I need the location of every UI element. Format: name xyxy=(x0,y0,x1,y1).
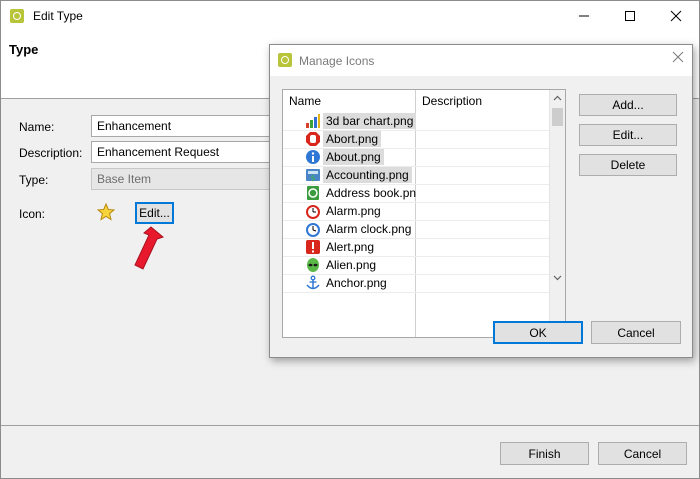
alarm-icon xyxy=(305,203,321,219)
dialog-logo-icon xyxy=(278,53,292,67)
icons-table[interactable]: Name Description 3d bar chart.png Abort.… xyxy=(282,89,566,338)
anchor-icon xyxy=(305,275,321,291)
scroll-down-icon[interactable] xyxy=(550,270,565,286)
maximize-button[interactable] xyxy=(607,1,653,31)
alarm-clock-icon xyxy=(305,221,321,237)
footer-separator xyxy=(1,425,699,426)
star-icon xyxy=(97,203,115,221)
title-bar: Edit Type xyxy=(1,1,699,31)
abort-icon xyxy=(305,131,321,147)
row-divider xyxy=(283,148,550,149)
table-row[interactable]: About.png xyxy=(283,148,550,166)
annotation-arrow-icon xyxy=(127,225,167,275)
table-row[interactable]: $ Accounting.png xyxy=(283,166,550,184)
table-row[interactable]: 3d bar chart.png xyxy=(283,112,550,130)
row-name: Alarm.png xyxy=(326,204,381,218)
cancel-button[interactable]: Cancel xyxy=(598,442,687,465)
row-name: About.png xyxy=(323,149,384,165)
dialog-title: Manage Icons xyxy=(299,54,375,68)
row-divider xyxy=(283,130,550,131)
minimize-button[interactable] xyxy=(561,1,607,31)
row-name: Address book.pn xyxy=(326,186,417,200)
bar-chart-icon xyxy=(305,113,321,129)
row-name: Alien.png xyxy=(326,258,377,272)
accounting-icon: $ xyxy=(305,167,321,183)
row-divider xyxy=(283,292,550,293)
window-title: Edit Type xyxy=(33,9,83,23)
table-scrollbar[interactable] xyxy=(549,90,565,337)
page-title: Type xyxy=(9,42,39,57)
row-name: Accounting.png xyxy=(323,167,412,183)
row-name: Abort.png xyxy=(323,131,382,147)
type-field: Base Item xyxy=(91,168,281,190)
row-name: Anchor.png xyxy=(326,276,387,290)
manage-icons-dialog: Manage Icons Name Description 3d bar cha… xyxy=(269,44,693,358)
dialog-close-button[interactable] xyxy=(672,51,684,63)
row-name: Alert.png xyxy=(326,240,375,254)
table-row[interactable]: Alien.png xyxy=(283,256,550,274)
column-header-description[interactable]: Description xyxy=(416,90,550,112)
type-label: Type: xyxy=(19,173,49,187)
info-icon xyxy=(305,149,321,165)
minimize-icon xyxy=(579,15,589,17)
close-icon xyxy=(672,51,684,63)
row-divider xyxy=(283,184,550,185)
row-divider xyxy=(283,256,550,257)
row-name: 3d bar chart.png xyxy=(323,113,417,129)
name-label: Name: xyxy=(19,120,55,134)
maximize-icon xyxy=(625,11,635,21)
name-field[interactable]: Enhancement xyxy=(91,115,281,137)
table-row[interactable]: Abort.png xyxy=(283,130,550,148)
scroll-thumb[interactable] xyxy=(552,108,563,126)
table-row[interactable]: Anchor.png xyxy=(283,274,550,292)
app-logo-icon xyxy=(10,9,24,23)
table-row[interactable]: Address book.pn xyxy=(283,184,550,202)
scroll-up-icon[interactable] xyxy=(550,90,565,106)
icon-label: Icon: xyxy=(19,207,46,221)
finish-button[interactable]: Finish xyxy=(500,442,589,465)
description-label: Description: xyxy=(19,146,83,160)
row-divider xyxy=(283,220,550,221)
ok-button[interactable]: OK xyxy=(493,321,583,344)
row-divider xyxy=(283,274,550,275)
icon-edit-button[interactable]: Edit... xyxy=(135,202,174,224)
svg-text:$: $ xyxy=(310,174,315,183)
table-row[interactable]: Alert.png xyxy=(283,238,550,256)
close-icon xyxy=(670,10,682,22)
row-divider xyxy=(283,238,550,239)
edit-icon-button[interactable]: Edit... xyxy=(579,124,677,146)
alien-icon xyxy=(305,257,321,273)
alert-icon xyxy=(305,239,321,255)
row-divider xyxy=(283,202,550,203)
row-divider xyxy=(283,166,550,167)
column-header-name[interactable]: Name xyxy=(283,90,415,112)
description-field[interactable]: Enhancement Request xyxy=(91,141,281,163)
close-button[interactable] xyxy=(653,1,699,31)
address-book-icon xyxy=(305,185,321,201)
table-row[interactable]: Alarm clock.png xyxy=(283,220,550,238)
add-icon-button[interactable]: Add... xyxy=(579,94,677,116)
dialog-title-bar: Manage Icons xyxy=(270,45,692,76)
dialog-cancel-button[interactable]: Cancel xyxy=(591,321,681,344)
row-name: Alarm clock.png xyxy=(326,222,412,236)
delete-icon-button[interactable]: Delete xyxy=(579,154,677,176)
table-row[interactable]: Alarm.png xyxy=(283,202,550,220)
